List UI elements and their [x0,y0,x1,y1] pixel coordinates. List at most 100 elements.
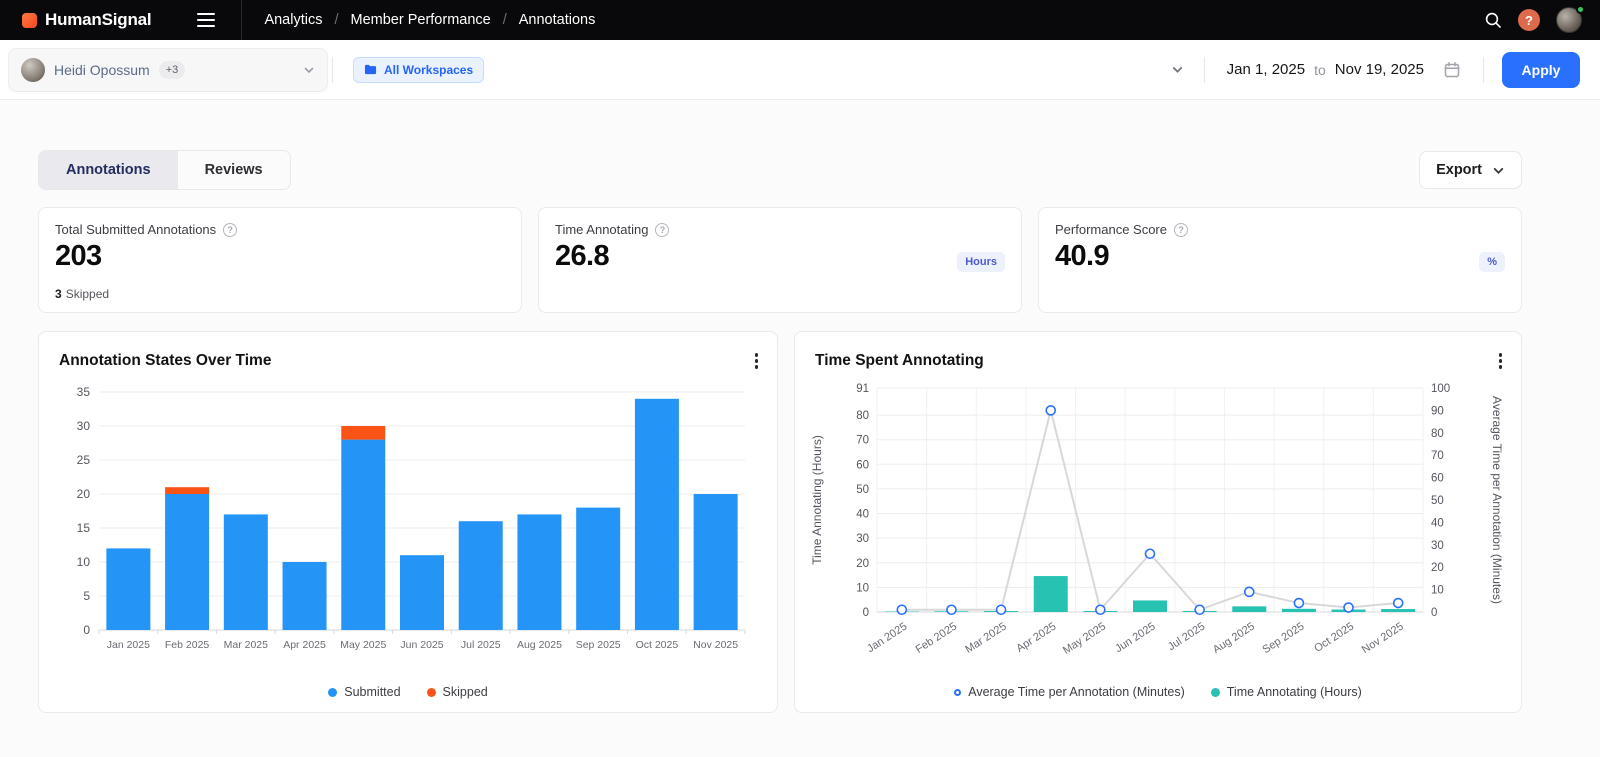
chart-legend: Average Time per Annotation (Minutes) Ti… [795,685,1521,699]
skipped-legend-dot [427,688,436,697]
svg-text:50: 50 [1431,495,1444,507]
svg-text:20: 20 [1431,562,1444,574]
brand[interactable]: HumanSignal [0,10,151,30]
search-icon [1484,11,1502,29]
stat-value: 40.9 [1055,240,1505,273]
svg-text:Average Time per Annotation (M: Average Time per Annotation (Minutes) [1490,396,1504,604]
svg-text:70: 70 [856,435,869,447]
workspace-select[interactable]: All Workspaces [337,40,1200,99]
skipped-label: Skipped [66,287,109,301]
date-to: Nov 19, 2025 [1335,61,1424,78]
svg-text:Jun 2025: Jun 2025 [400,639,443,651]
chevron-down-icon [303,64,315,76]
date-range-picker[interactable]: Jan 1, 2025 to Nov 19, 2025 [1209,40,1479,99]
annotation-states-chart: 05101520253035Jan 2025Feb 2025Mar 2025Ap… [53,378,759,681]
svg-text:Aug 2025: Aug 2025 [1211,620,1257,656]
export-button[interactable]: Export [1419,151,1522,189]
svg-text:May 2025: May 2025 [340,639,386,651]
stat-card-total-submitted: Total Submitted Annotations ? 203 3Skipp… [38,207,522,313]
svg-text:Aug 2025: Aug 2025 [517,639,562,651]
stat-sub: 3Skipped [55,287,109,301]
svg-text:0: 0 [1431,607,1437,619]
calendar-icon [1443,61,1461,79]
apply-button[interactable]: Apply [1502,52,1580,88]
svg-text:70: 70 [1431,450,1444,462]
help-button[interactable]: ? [1518,9,1540,31]
humansignal-logo-icon [22,13,37,28]
chart-title: Time Spent Annotating [815,352,984,370]
svg-text:100: 100 [1431,383,1450,395]
stat-value: 26.8 [555,240,1005,273]
svg-text:0: 0 [863,607,869,619]
help-icon[interactable]: ? [655,223,669,237]
charts-row: Annotation States Over Time 051015202530… [38,331,1522,713]
date-from: Jan 1, 2025 [1227,61,1305,78]
tab-annotations[interactable]: Annotations [39,151,178,189]
breadcrumb-member-performance[interactable]: Member Performance [351,12,491,28]
svg-text:Nov 2025: Nov 2025 [693,639,738,651]
svg-text:80: 80 [856,410,869,422]
date-joiner: to [1312,62,1328,78]
member-select[interactable]: Heidi Opossum +3 [8,48,328,92]
help-icon[interactable]: ? [223,223,237,237]
svg-text:Jun 2025: Jun 2025 [1113,620,1157,655]
member-extra-count-badge: +3 [159,61,186,79]
svg-text:May 2025: May 2025 [1061,620,1108,656]
stat-value: 203 [55,240,505,273]
svg-text:30: 30 [856,533,869,545]
help-icon[interactable]: ? [1174,223,1188,237]
svg-text:5: 5 [83,589,90,603]
svg-text:80: 80 [1431,428,1444,440]
legend-label: Average Time per Annotation (Minutes) [968,685,1185,699]
breadcrumb-analytics[interactable]: Analytics [264,12,322,28]
stats-row: Total Submitted Annotations ? 203 3Skipp… [38,207,1522,313]
svg-text:Feb 2025: Feb 2025 [914,620,960,655]
export-button-label: Export [1436,162,1482,178]
legend-item-skipped[interactable]: Skipped [427,685,488,699]
svg-text:Feb 2025: Feb 2025 [165,639,210,651]
svg-text:Mar 2025: Mar 2025 [963,620,1009,655]
legend-item-submitted[interactable]: Submitted [328,685,400,699]
legend-item-time-annotating[interactable]: Time Annotating (Hours) [1211,685,1362,699]
chart-title: Annotation States Over Time [59,352,271,370]
topbar-right-cluster: ? [1484,7,1600,33]
workspace-chip-label: All Workspaces [384,63,473,77]
breadcrumb-separator: / [503,12,507,28]
svg-text:90: 90 [1431,405,1444,417]
filter-divider [1204,57,1205,83]
tab-reviews[interactable]: Reviews [178,151,290,189]
svg-text:Jan 2025: Jan 2025 [865,620,909,655]
stat-title: Performance Score [1055,222,1167,237]
submitted-legend-dot [328,688,337,697]
svg-text:25: 25 [77,453,91,467]
svg-text:Sep 2025: Sep 2025 [576,639,621,651]
svg-text:40: 40 [1431,517,1444,529]
filter-divider [332,57,333,83]
legend-item-avg-time[interactable]: Average Time per Annotation (Minutes) [954,685,1185,699]
svg-text:30: 30 [77,419,91,433]
svg-text:Mar 2025: Mar 2025 [224,639,269,651]
user-menu-button[interactable] [1556,7,1582,33]
breadcrumb-annotations[interactable]: Annotations [519,12,596,28]
svg-text:50: 50 [856,484,869,496]
member-avatar [21,58,45,82]
stat-title: Time Annotating [555,222,648,237]
time-annotating-legend-dot [1211,688,1220,697]
workspace-chip[interactable]: All Workspaces [353,57,484,83]
search-button[interactable] [1484,11,1502,29]
kebab-menu-button[interactable] [1494,348,1508,374]
chevron-down-icon [1171,63,1184,76]
chart-legend: Submitted Skipped [39,685,777,699]
stat-card-time-annotating: Time Annotating ? 26.8 Hours [538,207,1022,313]
menu-button[interactable] [193,9,219,31]
member-name: Heidi Opossum [54,62,150,78]
avg-time-legend-ring [954,689,961,696]
kebab-menu-button[interactable] [750,348,764,374]
svg-text:60: 60 [856,459,869,471]
filter-divider [1483,57,1484,83]
svg-text:20: 20 [77,487,91,501]
unit-badge: % [1479,252,1505,272]
svg-text:Nov 2025: Nov 2025 [1360,620,1406,656]
svg-text:15: 15 [77,521,91,535]
question-mark-icon: ? [1525,13,1533,28]
